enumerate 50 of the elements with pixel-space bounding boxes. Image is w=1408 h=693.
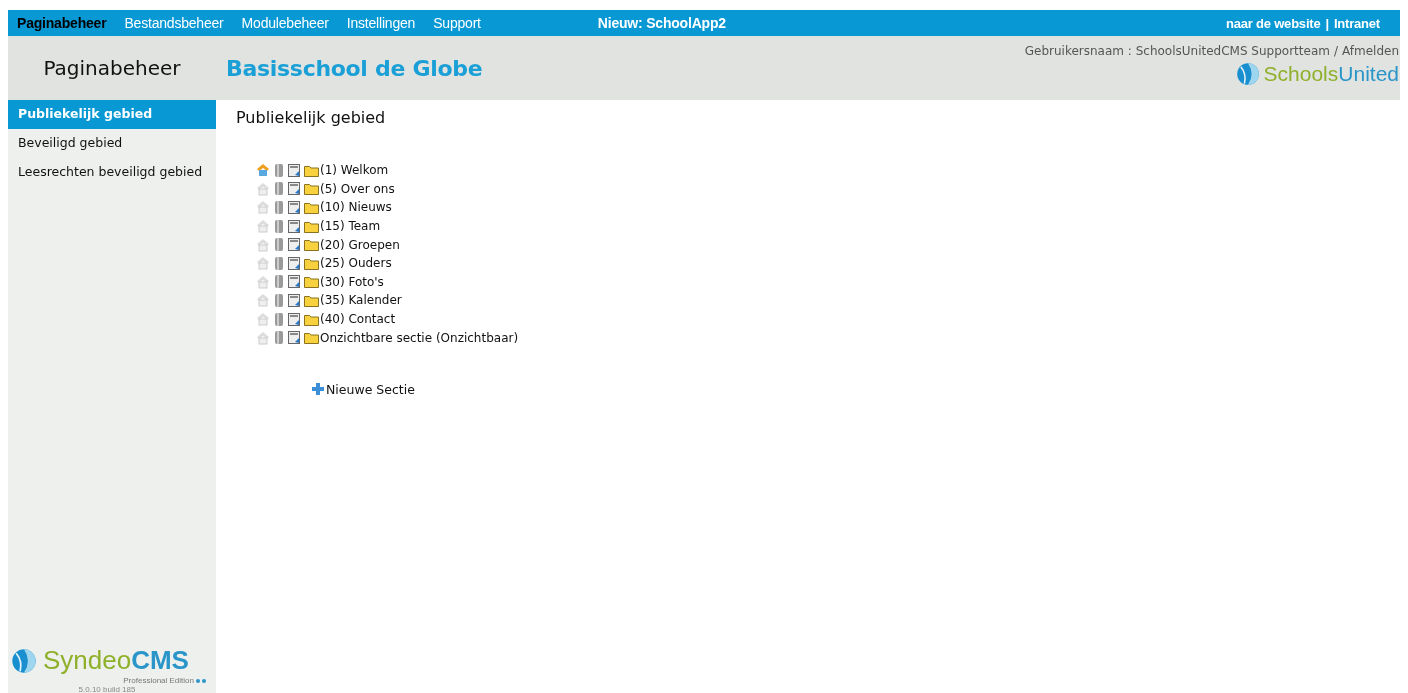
folder-icon[interactable] bbox=[304, 163, 319, 177]
folder-icon[interactable] bbox=[304, 201, 319, 214]
username-label: Gebruikersnaam : SchoolsUnitedCMS Supportteam bbox=[1024, 44, 1330, 58]
tree-item[interactable]: (1) Welkom bbox=[320, 163, 389, 178]
page-title: Publiekelijk gebied bbox=[236, 108, 387, 127]
separator: / bbox=[1333, 44, 1338, 58]
logo-text: SchoolsUnited bbox=[1263, 62, 1399, 86]
page-icon[interactable] bbox=[288, 256, 300, 270]
folder-icon[interactable] bbox=[304, 219, 319, 233]
site-title: Basisschool de Globe bbox=[226, 54, 483, 83]
nav-tab[interactable]: Paginabeheer bbox=[8, 10, 116, 36]
tree-item[interactable]: (40) Contact bbox=[320, 312, 396, 327]
tree-item[interactable]: Onzichtbare sectie (Onzichtbaar) bbox=[320, 330, 519, 345]
sidebar-item[interactable]: Beveiligd gebied bbox=[8, 129, 216, 158]
tree-item[interactable]: (20) Groepen bbox=[320, 237, 400, 252]
page-icon[interactable] bbox=[288, 219, 300, 233]
tree-item[interactable]: (10) Nieuws bbox=[320, 200, 392, 215]
page-icon[interactable] bbox=[288, 293, 300, 307]
folder-icon[interactable] bbox=[304, 256, 319, 270]
folder-icon[interactable] bbox=[304, 182, 319, 196]
new-section-link[interactable]: Nieuwe Sectie bbox=[312, 381, 1380, 397]
dots-icon bbox=[196, 678, 206, 683]
folder-icon[interactable] bbox=[304, 331, 319, 345]
logo-text: SyndeoCMS bbox=[43, 645, 189, 676]
edition-label: Professional Edition bbox=[123, 676, 194, 685]
section-title: Paginabeheer bbox=[42, 55, 182, 82]
tree-item[interactable]: (25) Ouders bbox=[320, 256, 392, 271]
page-icon[interactable] bbox=[288, 275, 300, 289]
logout-link[interactable]: Afmelden bbox=[1341, 44, 1399, 58]
folder-icon[interactable] bbox=[304, 312, 319, 326]
tree-item[interactable]: (30) Foto's bbox=[320, 274, 384, 289]
page-icon[interactable] bbox=[288, 163, 300, 177]
separator: | bbox=[1325, 15, 1329, 31]
page-icon[interactable] bbox=[288, 238, 300, 252]
version-label: 5.0.10 build 185 bbox=[78, 685, 136, 693]
sidebar-item[interactable]: Leesrechten beveiligd gebied bbox=[8, 158, 216, 187]
globe-icon bbox=[1235, 62, 1260, 86]
folder-icon[interactable] bbox=[304, 293, 319, 307]
page-icon[interactable] bbox=[288, 182, 300, 196]
plus-icon bbox=[312, 383, 324, 396]
folder-icon[interactable] bbox=[304, 275, 319, 289]
tree-item[interactable]: (15) Team bbox=[320, 219, 381, 234]
home-icon[interactable] bbox=[256, 163, 270, 178]
folder-icon[interactable] bbox=[304, 238, 319, 252]
page-icon[interactable] bbox=[288, 312, 300, 326]
page-icon[interactable] bbox=[288, 201, 300, 214]
page-icon[interactable] bbox=[288, 331, 300, 345]
tree-item[interactable]: (5) Over ons bbox=[320, 181, 395, 196]
tree-item[interactable]: (35) Kalender bbox=[320, 293, 402, 308]
globe-icon bbox=[11, 647, 37, 674]
